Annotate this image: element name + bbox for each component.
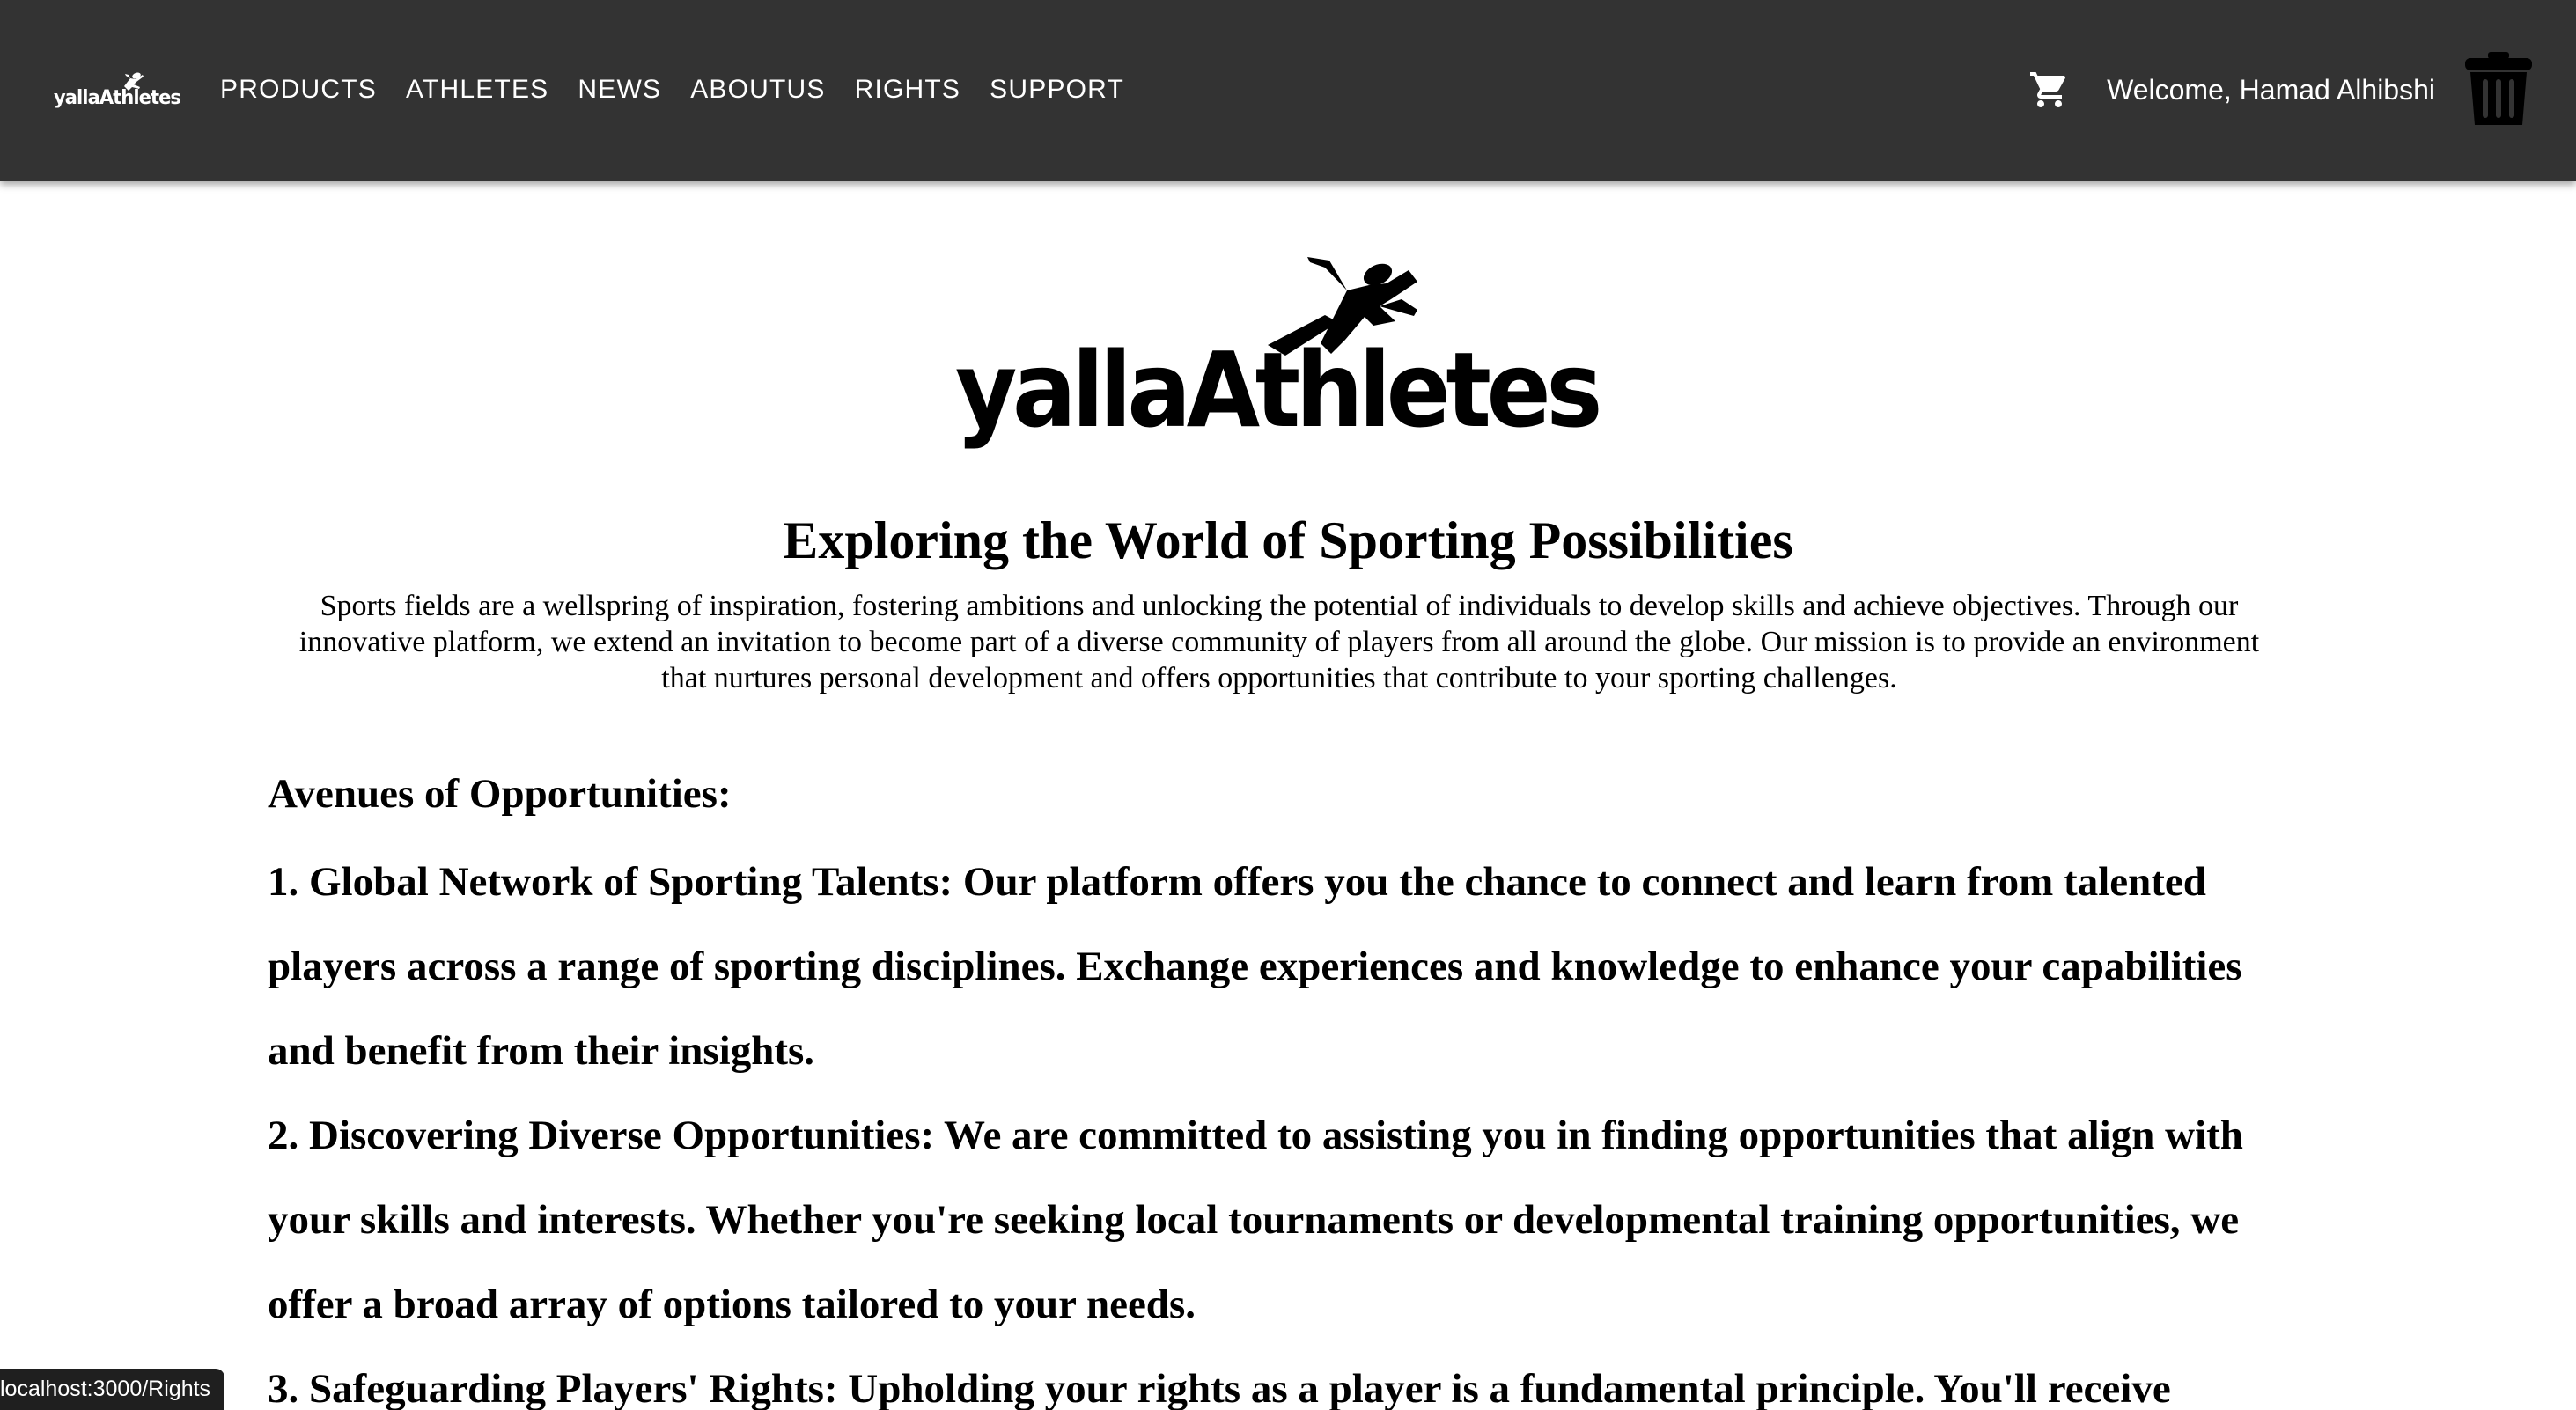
opportunities-section: Avenues of Opportunities: 1. Global Netw…: [268, 757, 2315, 1410]
opportunity-item-2: 2. Discovering Diverse Opportunities: We…: [268, 1113, 2243, 1327]
hero-logo: yallaAthletes: [955, 257, 1602, 451]
nav-link-news[interactable]: NEWS: [578, 69, 661, 111]
trash-icon[interactable]: [2462, 49, 2536, 129]
link-preview-status-bar: localhost:3000/Rights: [0, 1369, 225, 1410]
section-heading: Avenues of Opportunities:: [268, 771, 732, 817]
nav-logo-text: yallaAthletes: [54, 87, 181, 109]
nav-link-athletes[interactable]: ATHLETES: [406, 69, 548, 111]
nav-link-products[interactable]: PRODUCTS: [220, 69, 377, 111]
nav-link-rights[interactable]: RIGHTS: [855, 69, 961, 111]
top-navbar: yallaAthletes PRODUCTS ATHLETES NEWS ABO…: [0, 0, 2576, 181]
nav-logo[interactable]: yallaAthletes: [51, 63, 183, 113]
opportunity-item-3: 3. Safeguarding Players' Rights: Upholdi…: [268, 1366, 2171, 1410]
hero-logo-text: yallaAthletes: [955, 329, 1599, 451]
opportunity-item-1: 1. Global Network of Sporting Talents: O…: [268, 859, 2242, 1074]
main-nav: PRODUCTS ATHLETES NEWS ABOUTUS RIGHTS SU…: [220, 69, 1153, 111]
welcome-user-text: Welcome, Hamad Alhibshi: [2107, 74, 2435, 106]
nav-link-support[interactable]: SUPPORT: [990, 69, 1124, 111]
intro-paragraph: Sports fields are a wellspring of inspir…: [298, 590, 2260, 694]
nav-link-aboutus[interactable]: ABOUTUS: [690, 69, 825, 111]
page-title: Exploring the World of Sporting Possibil…: [783, 511, 1793, 569]
shopping-cart-icon[interactable]: [2028, 69, 2071, 111]
